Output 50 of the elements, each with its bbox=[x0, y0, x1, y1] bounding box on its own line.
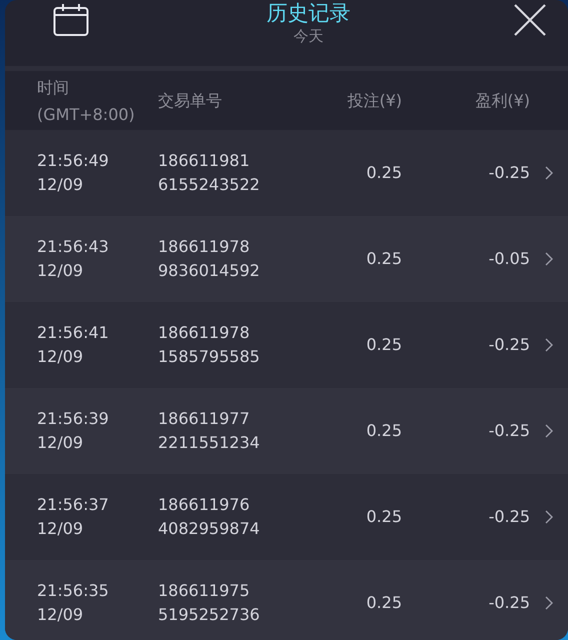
table-row[interactable]: 21:56:35 12/09 186611975 5195252736 0.25 -0.25 bbox=[5, 560, 568, 640]
column-header: 时间 (GMT+8:00) bbox=[37, 76, 136, 126]
bet-amount: 0.25 bbox=[366, 507, 402, 526]
date-text: 12/09 bbox=[37, 604, 84, 626]
table-row[interactable]: 21:56:39 12/09 186611977 2211551234 0.25 -0.25 bbox=[5, 388, 568, 474]
bet-amount: 0.25 bbox=[366, 421, 402, 440]
time-text: 21:56:41 bbox=[37, 322, 110, 344]
order-number: 186611978 9836014592 bbox=[158, 236, 261, 282]
chevron-right-icon[interactable] bbox=[545, 424, 553, 438]
order-number: 186611976 4082959874 bbox=[158, 494, 261, 540]
order-number: 186611975 5195252736 bbox=[158, 580, 261, 626]
chevron-right-icon[interactable] bbox=[545, 252, 553, 266]
order-number: 186611981 6155243522 bbox=[158, 150, 261, 196]
date-text: 12/09 bbox=[37, 518, 84, 540]
calendar-icon[interactable] bbox=[53, 3, 89, 37]
table-row[interactable]: 21:56:41 12/09 186611978 1585795585 0.25 -0.25 bbox=[5, 302, 568, 388]
time-text: 21:56:43 bbox=[37, 236, 110, 258]
bet-amount: 0.25 bbox=[366, 249, 402, 268]
profit-amount: -0.25 bbox=[488, 163, 530, 182]
date-text: 12/09 bbox=[37, 346, 84, 368]
time-text: 21:56:49 bbox=[37, 150, 110, 172]
chevron-right-icon[interactable] bbox=[545, 510, 553, 524]
profit-amount: -0.25 bbox=[488, 593, 530, 612]
time-text: 21:56:35 bbox=[37, 580, 110, 602]
date-text: 12/09 bbox=[37, 260, 84, 282]
table-row[interactable]: 21:56:37 12/09 186611976 4082959874 0.25 -0.25 bbox=[5, 474, 568, 560]
profit-amount: -0.25 bbox=[488, 335, 530, 354]
bet-amount: 0.25 bbox=[366, 335, 402, 354]
profit-amount: -0.05 bbox=[488, 249, 530, 268]
column-header: 盈利(¥) bbox=[474, 90, 530, 112]
column-header: 交易单号 bbox=[158, 90, 223, 112]
time-text: 21:56:39 bbox=[37, 408, 110, 430]
close-icon[interactable] bbox=[514, 4, 546, 36]
date-text: 12/09 bbox=[37, 432, 84, 454]
chevron-right-icon[interactable] bbox=[545, 338, 553, 352]
window-title: 历史记录 bbox=[266, 0, 350, 26]
chevron-right-icon[interactable] bbox=[545, 596, 553, 610]
date-label: 今天 bbox=[294, 26, 324, 46]
profit-amount: -0.25 bbox=[488, 421, 530, 440]
bet-amount: 0.25 bbox=[366, 163, 402, 182]
date-text: 12/09 bbox=[37, 174, 84, 196]
time-text: 21:56:37 bbox=[37, 494, 110, 516]
table-row[interactable]: 21:56:49 12/09 186611981 6155243522 0.25 -0.25 bbox=[5, 130, 568, 216]
order-number: 186611977 2211551234 bbox=[158, 408, 261, 454]
column-header: 投注(¥) bbox=[346, 90, 402, 112]
table-row[interactable]: 21:56:43 12/09 186611978 9836014592 0.25 -0.05 bbox=[5, 216, 568, 302]
bet-amount: 0.25 bbox=[366, 593, 402, 612]
order-number: 186611978 1585795585 bbox=[158, 322, 261, 368]
chevron-right-icon[interactable] bbox=[545, 166, 553, 180]
profit-amount: -0.25 bbox=[488, 507, 530, 526]
